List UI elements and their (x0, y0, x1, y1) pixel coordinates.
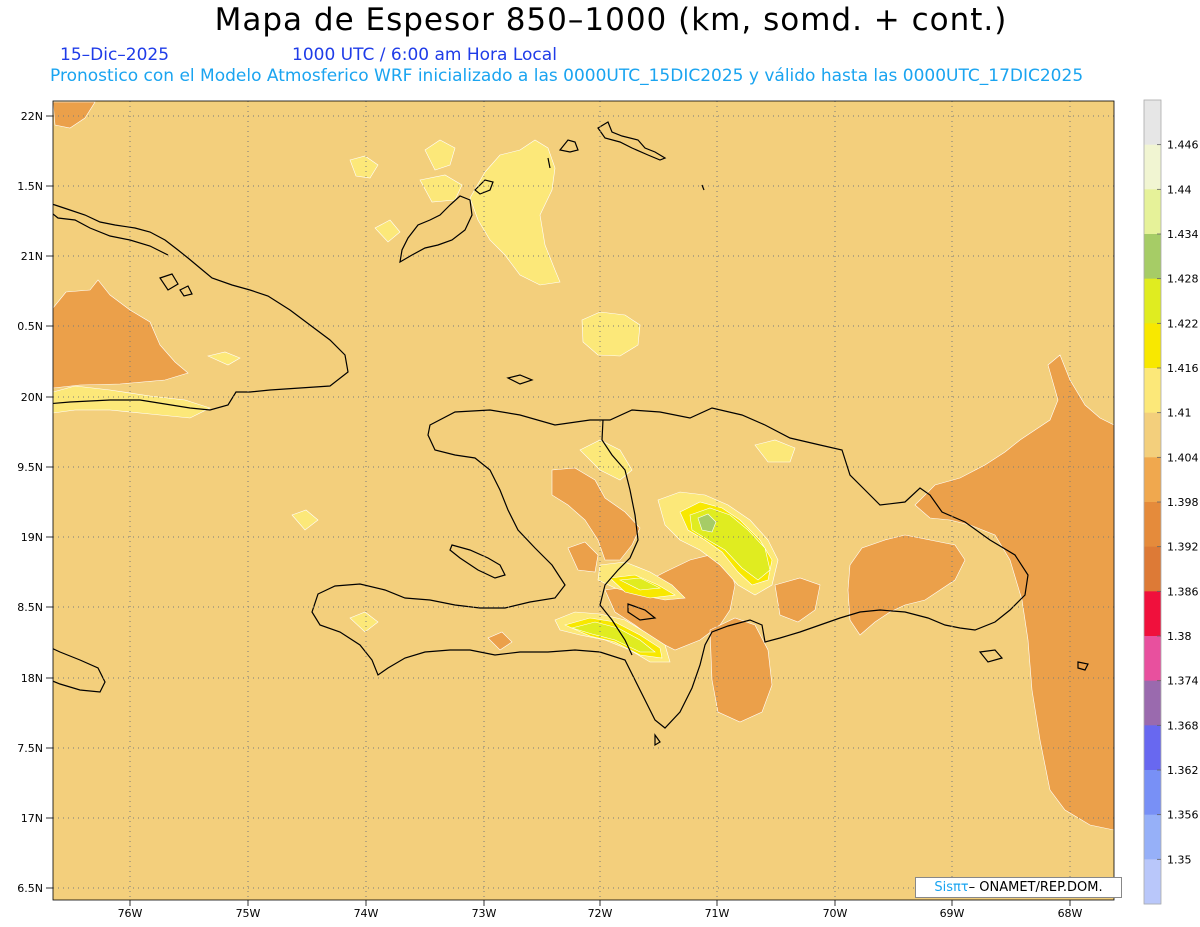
colorbar: 1.446 1.44 1.434 1.428 1.422 1.416 1.41 1.404 1.… (1143, 99, 1199, 905)
colorbar-label: 1.428 (1167, 273, 1199, 286)
colorbar-segment (1144, 502, 1161, 548)
longitude-label: 70W (823, 907, 848, 920)
latitude-label: 7.5N (17, 742, 43, 755)
longitude-label: 76W (118, 907, 143, 920)
colorbar-label: 1.404 (1167, 451, 1199, 464)
latitude-labels: 22N 1.5N 21N 0.5N 20N 9.5N 19N 8.5N 18N 7.5N 17N 6.… (17, 110, 53, 895)
credit-text: – ONAMET/REP.DOM. (968, 880, 1103, 895)
colorbar-segment (1144, 278, 1161, 324)
colorbar-segment (1144, 859, 1161, 905)
colorbar-label: 1.386 (1167, 585, 1199, 598)
colorbar-segment (1144, 591, 1161, 637)
latitude-label: 22N (21, 110, 43, 123)
latitude-label: 8.5N (17, 601, 43, 614)
colorbar-segment (1144, 189, 1161, 235)
latitude-label: 6.5N (17, 882, 43, 895)
colorbar-label: 1.416 (1167, 362, 1199, 375)
colorbar-label: 1.362 (1167, 764, 1199, 777)
colorbar-label: 1.434 (1167, 228, 1199, 241)
colorbar-segment (1144, 814, 1161, 860)
latitude-label: 20N (21, 391, 43, 404)
latitude-label: 17N (21, 812, 43, 825)
colorbar-label: 1.398 (1167, 496, 1199, 509)
colorbar-label: 1.35 (1167, 853, 1192, 866)
latitude-label: 19N (21, 531, 43, 544)
latitude-label: 9.5N (17, 461, 43, 474)
colorbar-segment (1144, 323, 1161, 369)
sispi-logo: Sisπτ (934, 880, 969, 895)
longitude-label: 73W (472, 907, 497, 920)
colorbar-segment (1144, 100, 1161, 146)
colorbar-label: 1.356 (1167, 809, 1199, 822)
thickness-map: 22N 1.5N 21N 0.5N 20N 9.5N 19N 8.5N 18N 7.5N 17N 6.… (17, 99, 1199, 920)
longitude-label: 75W (236, 907, 261, 920)
latitude-label: 21N (21, 250, 43, 263)
colorbar-label: 1.392 (1167, 541, 1199, 554)
colorbar-label: 1.374 (1167, 675, 1199, 688)
latitude-label: 18N (21, 672, 43, 685)
colorbar-segment (1144, 368, 1161, 414)
latitude-label: 0.5N (17, 320, 43, 333)
longitude-label: 68W (1058, 907, 1083, 920)
longitude-label: 74W (354, 907, 379, 920)
longitude-labels: 76W 75W 74W 73W 72W 71W 70W 69W 68W (118, 900, 1083, 920)
colorbar-segment (1144, 636, 1161, 682)
colorbar-segment (1144, 770, 1161, 816)
longitude-label: 71W (705, 907, 730, 920)
colorbar-segment (1144, 680, 1161, 726)
longitude-label: 69W (940, 907, 965, 920)
colorbar-label: 1.41 (1167, 407, 1192, 420)
credit-box: Sisπτ– ONAMET/REP.DOM. (915, 877, 1122, 898)
colorbar-segment (1144, 144, 1161, 190)
colorbar-label: 1.446 (1167, 139, 1199, 152)
colorbar-segment (1144, 412, 1161, 458)
colorbar-label: 1.44 (1167, 183, 1192, 196)
latitude-label: 1.5N (17, 180, 43, 193)
colorbar-segment (1144, 457, 1161, 503)
colorbar-segment (1144, 234, 1161, 280)
longitude-label: 72W (588, 907, 613, 920)
colorbar-label: 1.368 (1167, 719, 1199, 732)
colorbar-segment (1144, 725, 1161, 771)
colorbar-segment (1144, 546, 1161, 592)
colorbar-label: 1.38 (1167, 630, 1192, 643)
colorbar-label: 1.422 (1167, 317, 1199, 330)
